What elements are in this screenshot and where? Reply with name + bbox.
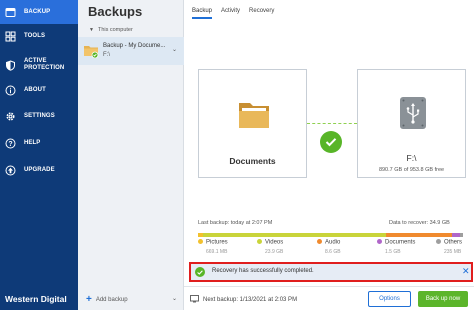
tab-bar: Backup Activity Recovery	[192, 8, 274, 19]
legend-dot	[317, 239, 322, 244]
legend-dot	[198, 239, 203, 244]
main-panel: Backup Activity Recovery Documents F:\ 8…	[184, 0, 474, 310]
help-icon: ?	[4, 137, 16, 149]
source-label: Documents	[229, 156, 276, 166]
data-to-recover-text: Data to recover: 34.9 GB	[389, 220, 450, 226]
legend-size: 669.1 MB	[206, 248, 228, 255]
nav-label: UPGRADE	[24, 166, 55, 173]
legend-size: 1.5 GB	[385, 248, 401, 255]
last-backup-text: Last backup: today at 2:07 PM	[198, 220, 273, 226]
nav-item-active-protection[interactable]: ACTIVE PROTECTION	[0, 53, 78, 77]
nav-item-tools[interactable]: TOOLS	[0, 24, 78, 48]
destination-free-space: 890.7 GB of 953.8 GB free	[378, 167, 445, 173]
success-check-icon	[320, 131, 342, 153]
nav-label: HELP	[24, 139, 41, 146]
backup-icon	[4, 6, 16, 18]
next-backup-text: Next backup: 1/13/2021 at 2:03 PM	[203, 297, 298, 303]
nav-item-backup[interactable]: BACKUP	[0, 0, 78, 24]
section-header[interactable]: ▼ This computer	[89, 27, 133, 33]
nav-label: SETTINGS	[24, 112, 55, 119]
documents-folder-icon	[238, 100, 270, 135]
back-up-now-button[interactable]: Back up now	[418, 291, 468, 307]
legend-item-videos: Videos 23.9 GB	[257, 239, 283, 255]
legend-size: 8.6 GB	[325, 248, 341, 255]
tab-recovery[interactable]: Recovery	[249, 8, 274, 19]
nav-item-settings[interactable]: SETTINGS	[0, 104, 78, 128]
legend-item-others: Others 235 MB	[436, 239, 462, 255]
nav-label: ABOUT	[24, 86, 46, 93]
options-button[interactable]: Options	[368, 291, 411, 307]
nav-item-upgrade[interactable]: UPGRADE	[0, 158, 78, 182]
shield-icon	[4, 59, 16, 71]
nav-label: ACTIVE PROTECTION	[24, 58, 65, 71]
storage-usage-bar	[198, 233, 463, 237]
usage-segment-audio	[386, 233, 453, 237]
left-nav: BACKUP TOOLS ACTIVE PROTECTION ABOUT SET…	[0, 0, 78, 310]
legend-item-documents: Documents 1.5 GB	[377, 239, 415, 255]
nav-label: BACKUP	[24, 8, 51, 15]
folder-icon	[83, 43, 99, 63]
legend-dot	[257, 239, 262, 244]
usage-segment-others	[460, 233, 463, 237]
gear-icon	[4, 110, 16, 122]
next-backup-info: Next backup: 1/13/2021 at 2:03 PM	[190, 295, 297, 305]
section-label: This computer	[97, 27, 133, 33]
plus-icon: +	[86, 294, 92, 305]
backup-list-item[interactable]: Backup - My Docume... F:\ ⌄	[78, 37, 184, 65]
legend-item-pictures: Pictures 669.1 MB	[198, 239, 228, 255]
legend-item-audio: Audio 8.6 GB	[317, 239, 341, 255]
tab-backup[interactable]: Backup	[192, 8, 213, 19]
legend-label: Others	[444, 239, 463, 246]
nav-label: TOOLS	[24, 32, 46, 39]
backup-name: Backup - My Docume...	[103, 43, 166, 49]
nav-item-about[interactable]: ABOUT	[0, 78, 78, 102]
legend-label: Videos	[265, 239, 284, 246]
legend-label: Documents	[385, 239, 416, 246]
pane-title: Backups	[88, 4, 143, 19]
source-card[interactable]: Documents	[198, 69, 307, 178]
tools-icon	[4, 30, 16, 42]
usage-segment-videos	[203, 233, 387, 237]
nav-item-help[interactable]: ? HELP	[0, 131, 78, 155]
legend-dot	[377, 239, 382, 244]
backups-pane: Backups ▼ This computer Backup - My Docu…	[78, 0, 184, 310]
legend-dot	[436, 239, 441, 244]
upgrade-icon	[4, 164, 16, 176]
legend-label: Audio	[325, 239, 341, 246]
brand-logo: Western Digital	[5, 294, 67, 304]
close-icon[interactable]: ✕	[462, 266, 470, 277]
acronis-backup-window: BACKUP TOOLS ACTIVE PROTECTION ABOUT SET…	[0, 0, 474, 310]
bottom-bar: Next backup: 1/13/2021 at 2:03 PM Option…	[184, 286, 474, 310]
chevron-down-icon: ▼	[89, 27, 94, 33]
usage-segment-documents	[452, 233, 461, 237]
legend-size: 23.9 GB	[265, 248, 284, 255]
tab-activity[interactable]: Activity	[221, 8, 240, 19]
backup-destination: F:\	[103, 52, 110, 58]
destination-label: F:\	[406, 153, 417, 163]
add-backup-button[interactable]: + Add backup	[86, 294, 128, 305]
success-check-icon	[195, 267, 205, 277]
legend-label: Pictures	[206, 239, 228, 246]
chevron-down-icon[interactable]: ⌄	[172, 46, 177, 53]
destination-card[interactable]: F:\ 890.7 GB of 953.8 GB free	[357, 69, 466, 178]
chevron-down-icon[interactable]: ⌄	[172, 295, 177, 302]
notification-text: Recovery has successfully completed.	[212, 268, 314, 274]
svg-text:?: ?	[8, 141, 12, 148]
connector-line	[307, 123, 357, 124]
usb-drive-icon	[399, 96, 427, 135]
info-icon	[4, 84, 16, 96]
monitor-icon	[190, 295, 199, 305]
add-backup-label: Add backup	[95, 296, 128, 303]
recovery-notification: Recovery has successfully completed. ✕	[189, 262, 473, 282]
legend-size: 235 MB	[444, 248, 462, 255]
